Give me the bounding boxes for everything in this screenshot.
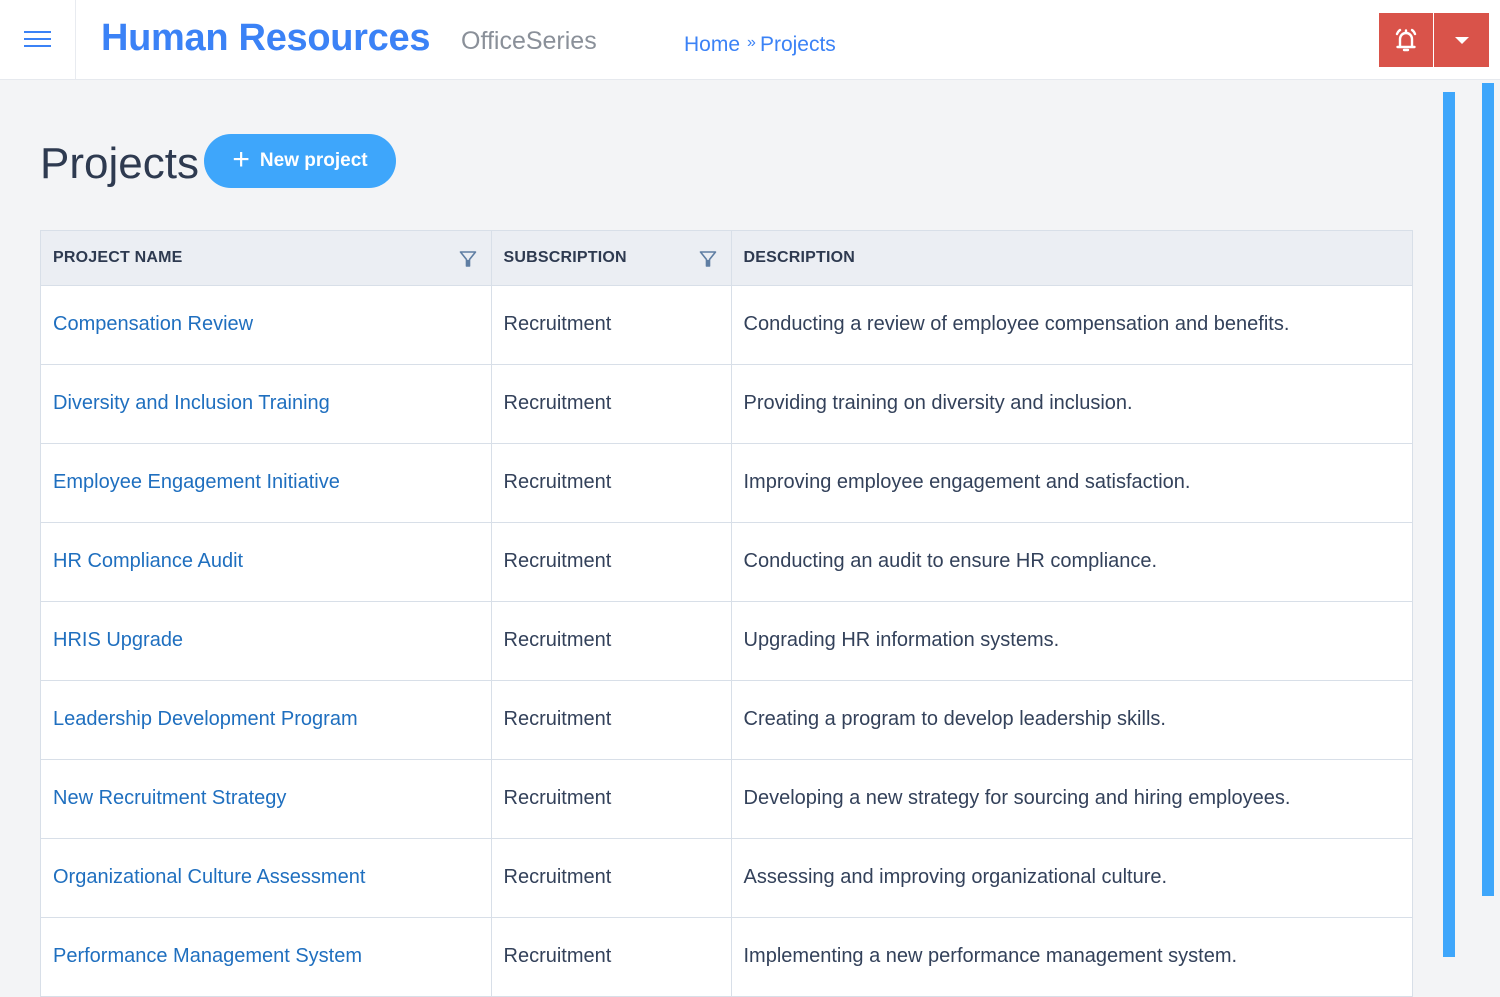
table-row: Employee Engagement Initiative Recruitmen… — [41, 442, 1412, 522]
column-label: PROJECT NAME — [53, 248, 183, 266]
page-scrollbar[interactable] — [1482, 83, 1494, 896]
column-header-subscription[interactable]: SUBSCRIPTION — [491, 231, 732, 285]
subscription-cell: Recruitment — [491, 521, 732, 601]
project-name-link[interactable]: HRIS Upgrade — [53, 629, 183, 651]
new-project-label: New project — [259, 150, 368, 171]
description-cell: Assessing and improving organizational c… — [731, 837, 1412, 917]
project-name-link[interactable]: New Recruitment Strategy — [53, 787, 286, 809]
subscription-cell: Recruitment — [491, 758, 732, 838]
subscription-cell: Recruitment — [491, 679, 732, 759]
description-cell: Developing a new strategy for sourcing a… — [731, 758, 1412, 838]
subscription-cell: Recruitment — [491, 363, 732, 443]
plus-icon: + — [232, 143, 250, 176]
project-name-link[interactable]: Diversity and Inclusion Training — [53, 392, 330, 414]
project-name-link[interactable]: Performance Management System — [53, 945, 362, 967]
subscription-cell: Recruitment — [491, 284, 732, 364]
description-cell: Improving employee engagement and satisf… — [731, 442, 1412, 522]
subscription-cell: Recruitment — [491, 600, 732, 680]
top-navbar: Human Resources OfficeSeries Home » Proj… — [0, 0, 1500, 80]
table-row: New Recruitment Strategy Recruitment Devel… — [41, 758, 1412, 838]
table-row: Leadership Development Program Recruitmen… — [41, 679, 1412, 759]
breadcrumb-home[interactable]: Home — [684, 31, 740, 59]
project-name-cell: HRIS Upgrade — [41, 600, 492, 680]
hamburger-menu-icon — [24, 31, 51, 48]
column-label: DESCRIPTION — [743, 248, 856, 266]
filter-icon[interactable] — [699, 250, 717, 268]
table-row: HRIS Upgrade Recruitment Upgrading HR info… — [41, 600, 1412, 680]
project-name-cell: Organizational Culture Assessment — [41, 837, 492, 917]
project-name-link[interactable]: Employee Engagement Initiative — [53, 471, 340, 493]
new-project-button[interactable]: + New project — [204, 134, 396, 188]
description-cell: Creating a program to develop leadership… — [731, 679, 1412, 759]
content-scrollbar[interactable] — [1443, 92, 1455, 957]
table-row: Organizational Culture Assessment Recruit… — [41, 837, 1412, 917]
description-cell: Upgrading HR information systems. — [731, 600, 1412, 680]
bell-alarm-icon — [1395, 28, 1417, 52]
project-name-cell: Leadership Development Program — [41, 679, 492, 759]
description-cell: Conducting a review of employee compensa… — [731, 284, 1412, 364]
projects-table: PROJECT NAME SUBSCRIPTION DESCRIPTION Co… — [40, 230, 1413, 997]
project-name-cell: Employee Engagement Initiative — [41, 442, 492, 522]
subscription-cell: Recruitment — [491, 442, 732, 522]
project-name-link[interactable]: Leadership Development Program — [53, 708, 358, 730]
description-cell: Implementing a new performance managemen… — [731, 916, 1412, 996]
project-name-cell: Diversity and Inclusion Training — [41, 363, 492, 443]
app-subtitle: OfficeSeries — [461, 27, 597, 55]
column-header-project-name[interactable]: PROJECT NAME — [41, 231, 492, 285]
alerts-button[interactable] — [1379, 13, 1433, 67]
breadcrumb: Home » Projects — [684, 31, 836, 61]
project-name-cell: New Recruitment Strategy — [41, 758, 492, 838]
subscription-cell: Recruitment — [491, 916, 732, 996]
menu-toggle-button[interactable] — [0, 0, 76, 79]
description-cell: Providing training on diversity and incl… — [731, 363, 1412, 443]
breadcrumb-separator-icon: » — [747, 34, 756, 51]
project-name-link[interactable]: HR Compliance Audit — [53, 550, 243, 572]
caret-down-icon — [1454, 36, 1469, 44]
subscription-cell: Recruitment — [491, 837, 732, 917]
table-row: HR Compliance Audit Recruitment Conducting… — [41, 521, 1412, 601]
table-header-row: PROJECT NAME SUBSCRIPTION DESCRIPTION — [41, 231, 1412, 285]
table-row: Performance Management System Recruitment… — [41, 916, 1412, 996]
project-name-link[interactable]: Organizational Culture Assessment — [53, 866, 365, 888]
table-row: Compensation Review Recruitment Conducting… — [41, 284, 1412, 364]
column-header-description[interactable]: DESCRIPTION — [731, 231, 1412, 285]
page-title: Projects — [40, 139, 199, 188]
breadcrumb-projects[interactable]: Projects — [760, 31, 836, 59]
alerts-button-group — [1379, 13, 1489, 67]
project-name-cell: Compensation Review — [41, 284, 492, 364]
alerts-dropdown-button[interactable] — [1434, 13, 1489, 67]
app-title[interactable]: Human Resources — [101, 15, 430, 61]
project-name-cell: HR Compliance Audit — [41, 521, 492, 601]
filter-icon[interactable] — [459, 250, 477, 268]
description-cell: Conducting an audit to ensure HR complia… — [731, 521, 1412, 601]
column-label: SUBSCRIPTION — [503, 248, 627, 266]
project-name-cell: Performance Management System — [41, 916, 492, 996]
table-row: Diversity and Inclusion Training Recruitm… — [41, 363, 1412, 443]
project-name-link[interactable]: Compensation Review — [53, 313, 253, 335]
